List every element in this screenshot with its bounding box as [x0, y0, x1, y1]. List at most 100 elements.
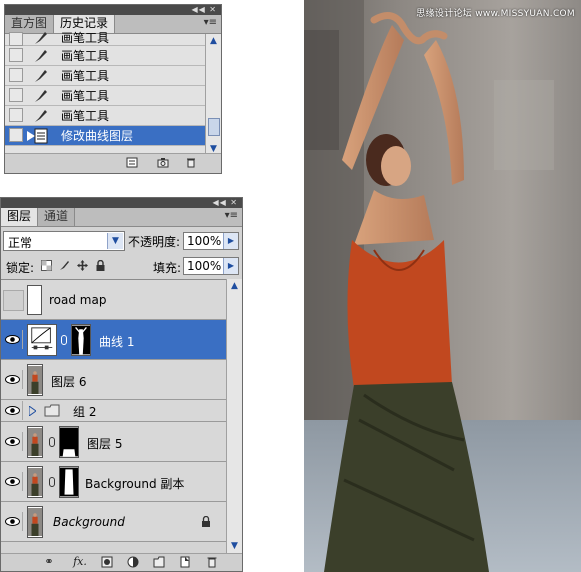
new-document-from-state-icon[interactable] [126, 157, 138, 168]
mask-link-icon[interactable] [61, 335, 67, 345]
layer-thumbnail [27, 364, 43, 396]
history-row[interactable]: 画笔工具 [5, 66, 205, 86]
history-step-label: 画笔工具 [61, 69, 110, 83]
lock-label: 锁定: [6, 261, 35, 275]
layer-row-curves-1[interactable]: 曲线 1 [1, 320, 228, 360]
history-source-checkbox[interactable] [9, 68, 23, 82]
adjustment-layer-icon[interactable] [127, 556, 139, 568]
layer-name[interactable]: 图层 5 [87, 435, 122, 452]
collapse-icon[interactable]: ◀◀ ✕ [212, 198, 238, 208]
layer-mask-thumbnail[interactable] [59, 426, 79, 458]
history-row-selected[interactable]: 修改曲线图层 [5, 126, 205, 146]
eye-icon[interactable] [3, 330, 23, 349]
tab-layers[interactable]: 图层 [1, 208, 39, 226]
panel-titlebar[interactable]: ◀◀ ✕ [1, 198, 242, 208]
layer-name[interactable]: Background 副本 [85, 475, 184, 492]
history-source-checkbox[interactable] [9, 108, 23, 122]
layer-name[interactable]: 曲线 1 [99, 333, 134, 350]
eye-icon[interactable] [3, 432, 23, 451]
layers-scrollbar[interactable]: ▲ ▼ [226, 279, 242, 553]
brush-icon [35, 70, 47, 82]
lock-all-icon[interactable] [95, 260, 106, 271]
panel-menu-icon[interactable]: ▾≡ [204, 17, 217, 28]
delete-layer-icon[interactable] [206, 556, 218, 568]
link-layers-icon[interactable]: ⚭ [43, 556, 55, 568]
layer-row-background[interactable]: Background [1, 502, 228, 542]
layer-name[interactable]: 图层 6 [51, 373, 86, 390]
eye-icon[interactable] [3, 401, 23, 420]
layer-thumbnail [27, 506, 43, 538]
layers-panel: ◀◀ ✕ 图层 通道 ▾≡ 正常 ▼ 不透明度: 100% ▶ 锁定: 填充: … [0, 197, 243, 572]
new-layer-icon[interactable] [179, 556, 191, 568]
opacity-field[interactable]: 100% ▶ [183, 232, 239, 250]
tab-channels[interactable]: 通道 [38, 208, 76, 226]
history-source-checkbox[interactable] [9, 32, 23, 46]
folder-icon [44, 404, 60, 417]
layer-thumbnail [27, 466, 43, 498]
history-bottom-bar [5, 153, 221, 173]
history-scrollbar[interactable]: ▲ ▼ [205, 34, 221, 156]
blend-mode-value: 正常 [8, 236, 33, 250]
history-source-checkbox[interactable] [9, 48, 23, 62]
curves-step-icon [34, 128, 48, 144]
layer-mask-thumbnail[interactable] [59, 466, 79, 498]
eye-icon[interactable] [3, 370, 23, 389]
brush-icon [35, 90, 47, 102]
scroll-thumb[interactable] [208, 118, 220, 136]
brush-icon [35, 32, 47, 44]
lock-position-move-icon[interactable] [77, 260, 88, 271]
history-row[interactable]: 画笔工具 [5, 106, 205, 126]
history-source-checkbox[interactable] [9, 88, 23, 102]
brush-icon [35, 50, 47, 62]
history-source-checkbox[interactable] [9, 128, 23, 142]
visibility-toggle-off[interactable] [3, 290, 24, 311]
layer-row-background-copy[interactable]: Background 副本 [1, 462, 228, 502]
document-canvas-photo[interactable]: 思缘设计论坛 www.MISSYUAN.COM [304, 0, 581, 572]
layer-row-road-map[interactable]: road map [1, 280, 228, 320]
fx-icon[interactable]: fx. [71, 556, 89, 568]
layer-mask-thumbnail[interactable] [71, 324, 91, 356]
eye-icon[interactable] [3, 472, 23, 491]
fill-field[interactable]: 100% ▶ [183, 257, 239, 275]
panel-titlebar[interactable]: ◀◀ ✕ [5, 5, 221, 15]
collapse-icon[interactable]: ◀◀ ✕ [191, 5, 217, 15]
layer-name[interactable]: road map [49, 293, 106, 307]
new-group-icon[interactable] [153, 556, 165, 568]
history-row[interactable]: 画笔工具 [5, 46, 205, 66]
history-list: 画笔工具 画笔工具 画笔工具 画笔工具 画笔工具 修改曲线图层 [5, 31, 205, 156]
chevron-right-icon[interactable]: ▶ [223, 258, 238, 274]
scroll-up-icon[interactable]: ▲ [206, 34, 221, 48]
snapshot-camera-icon[interactable] [157, 157, 169, 168]
layer-name[interactable]: Background [53, 515, 125, 529]
history-step-label: 修改曲线图层 [61, 129, 134, 143]
layers-tab-row: 图层 通道 ▾≡ [1, 208, 242, 227]
lock-icon [202, 516, 210, 527]
scroll-down-icon[interactable]: ▼ [227, 539, 242, 553]
history-step-label: 画笔工具 [61, 109, 110, 123]
chevron-right-icon[interactable]: ▶ [223, 233, 238, 249]
layer-row-group-2[interactable]: 组 2 [1, 400, 228, 422]
add-mask-icon[interactable] [101, 556, 113, 568]
layer-name[interactable]: 组 2 [73, 403, 96, 420]
mask-link-icon[interactable] [49, 437, 55, 447]
chevron-down-icon[interactable]: ▼ [107, 233, 123, 249]
trash-icon[interactable] [185, 157, 197, 168]
curves-adjustment-thumbnail [27, 324, 57, 356]
lock-row: 锁定: 填充: 100% ▶ [1, 255, 242, 277]
mask-link-icon[interactable] [49, 477, 55, 487]
history-step-label: 画笔工具 [61, 31, 110, 45]
layer-thumbnail [27, 426, 43, 458]
blend-mode-select[interactable]: 正常 ▼ [3, 231, 125, 251]
lock-pixels-brush-icon[interactable] [59, 260, 70, 271]
eye-icon[interactable] [3, 512, 23, 531]
expand-triangle-icon[interactable] [29, 406, 36, 416]
layer-row-layer-6[interactable]: 图层 6 [1, 360, 228, 400]
panel-menu-icon[interactable]: ▾≡ [225, 210, 238, 221]
watermark-text: 思缘设计论坛 www.MISSYUAN.COM [416, 9, 575, 19]
scroll-up-icon[interactable]: ▲ [227, 279, 242, 293]
layer-thumbnail [27, 285, 42, 315]
history-row[interactable]: 画笔工具 [5, 31, 205, 46]
history-row[interactable]: 画笔工具 [5, 86, 205, 106]
layer-row-layer-5[interactable]: 图层 5 [1, 422, 228, 462]
lock-transparent-icon[interactable] [41, 260, 52, 271]
